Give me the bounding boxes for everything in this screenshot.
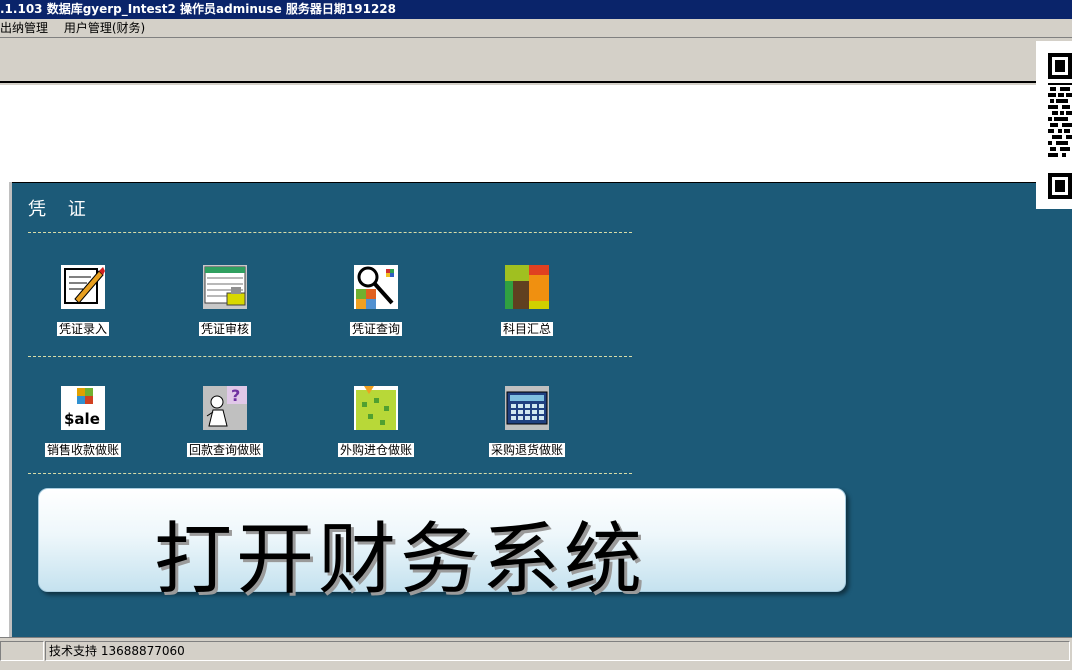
sales-receipt-label: 销售收款做账: [44, 443, 122, 457]
voucher-review-label: 凭证审核: [198, 322, 252, 336]
title-bar: .1.103 数据库gyerp_Intest2 操作员adminuse 服务器日…: [0, 0, 1072, 19]
header-area: [0, 85, 1072, 182]
svg-text:$ale: $ale: [64, 410, 100, 428]
payment-query-label: 回款查询做账: [186, 443, 264, 457]
voucher-query-label: 凭证查询: [349, 322, 403, 336]
payment-query-button[interactable]: ? 回款查询做账: [180, 386, 270, 466]
divider: [28, 473, 632, 474]
svg-text:?: ?: [231, 386, 240, 405]
pencil-paper-icon: [61, 265, 105, 309]
sales-receipt-button[interactable]: $ale 销售收款做账: [38, 386, 128, 466]
summary-blocks-icon: [505, 265, 549, 309]
voucher-panel: 凭 证 凭证录入 凭证审核 凭证查询 科目汇总 $ale 销售收款做账 ? 回款…: [12, 182, 1072, 637]
account-summary-label: 科目汇总: [500, 322, 554, 336]
purchase-return-label: 采购退货做账: [488, 443, 566, 457]
menu-item-user-management[interactable]: 用户管理(财务): [64, 21, 145, 35]
status-support-text: 技术支持 13688877060: [45, 641, 1070, 661]
banner-text: 打开财务系统: [154, 515, 647, 605]
section-title: 凭 证: [28, 199, 94, 220]
divider: [28, 232, 632, 233]
status-bar: 技术支持 13688877060: [0, 637, 1072, 670]
status-panel-left: [0, 641, 44, 661]
menu-item-cashier[interactable]: 出纳管理: [0, 21, 48, 35]
question-person-icon: ?: [203, 386, 247, 430]
account-summary-button[interactable]: 科目汇总: [482, 265, 572, 345]
left-frame: [0, 182, 12, 637]
purchase-in-button[interactable]: 外购进仓做账: [331, 386, 421, 466]
window-title: .1.103 数据库gyerp_Intest2 操作员adminuse 服务器日…: [0, 2, 396, 16]
voucher-query-button[interactable]: 凭证查询: [331, 265, 421, 345]
menu-bar: 出纳管理 用户管理(财务): [0, 19, 1072, 38]
qr-code-icon: [1036, 41, 1072, 209]
sale-icon: $ale: [61, 386, 105, 430]
voucher-entry-label: 凭证录入: [56, 322, 110, 336]
purchase-return-button[interactable]: 采购退货做账: [482, 386, 572, 466]
purchase-in-label: 外购进仓做账: [337, 443, 415, 457]
ledger-stamp-icon: [203, 265, 247, 309]
toolbar: [0, 39, 1072, 83]
open-finance-banner: 打开财务系统: [38, 488, 846, 605]
green-board-icon: [354, 386, 398, 430]
voucher-review-button[interactable]: 凭证审核: [180, 265, 270, 345]
voucher-entry-button[interactable]: 凭证录入: [38, 265, 128, 345]
calculator-icon: [505, 386, 549, 430]
divider: [28, 356, 632, 357]
magnifier-blocks-icon: [354, 265, 398, 309]
